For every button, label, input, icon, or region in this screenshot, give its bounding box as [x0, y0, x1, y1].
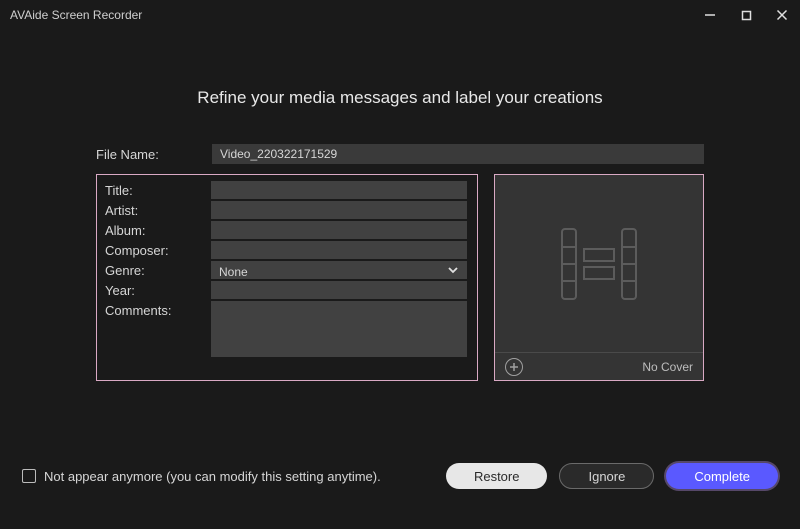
maximize-button[interactable] [728, 0, 764, 30]
not-appear-checkbox[interactable] [22, 469, 36, 483]
genre-label: Genre: [103, 263, 211, 278]
add-cover-button[interactable] [505, 358, 523, 376]
filename-input[interactable] [212, 144, 704, 164]
album-input[interactable] [211, 221, 467, 239]
minimize-icon [704, 9, 716, 21]
cover-art-placeholder [495, 175, 703, 352]
cover-bottom-bar: No Cover [495, 352, 703, 380]
year-input[interactable] [211, 281, 467, 299]
cover-panel: No Cover [494, 174, 704, 381]
close-button[interactable] [764, 0, 800, 30]
title-label: Title: [103, 183, 211, 198]
filename-row: File Name: [96, 144, 704, 164]
title-input[interactable] [211, 181, 467, 199]
no-cover-label: No Cover [642, 360, 693, 374]
comments-row: Comments: [103, 301, 467, 360]
year-row: Year: [103, 281, 467, 299]
composer-input[interactable] [211, 241, 467, 259]
composer-label: Composer: [103, 243, 211, 258]
comments-label: Comments: [103, 301, 211, 318]
titlebar: AVAide Screen Recorder [0, 0, 800, 30]
genre-select[interactable]: None [211, 261, 467, 279]
filename-label: File Name: [96, 147, 212, 162]
page-heading: Refine your media messages and label you… [0, 88, 800, 108]
not-appear-label: Not appear anymore (you can modify this … [44, 469, 381, 484]
title-row: Title: [103, 181, 467, 199]
plus-icon [509, 362, 519, 372]
artist-input[interactable] [211, 201, 467, 219]
content-area: File Name: Title: Artist: Album: Compose… [96, 144, 704, 381]
comments-input[interactable] [211, 301, 467, 357]
restore-button[interactable]: Restore [446, 463, 548, 489]
panels: Title: Artist: Album: Composer: Genre: N [96, 174, 704, 381]
footer: Not appear anymore (you can modify this … [0, 463, 800, 489]
album-label: Album: [103, 223, 211, 238]
app-title: AVAide Screen Recorder [10, 8, 142, 22]
artist-row: Artist: [103, 201, 467, 219]
film-icon [554, 219, 644, 309]
maximize-icon [741, 10, 752, 21]
year-label: Year: [103, 283, 211, 298]
composer-row: Composer: [103, 241, 467, 259]
metadata-panel: Title: Artist: Album: Composer: Genre: N [96, 174, 478, 381]
close-icon [776, 9, 788, 21]
complete-button[interactable]: Complete [666, 463, 778, 489]
album-row: Album: [103, 221, 467, 239]
artist-label: Artist: [103, 203, 211, 218]
window-controls [692, 0, 800, 30]
minimize-button[interactable] [692, 0, 728, 30]
genre-row: Genre: None [103, 261, 467, 279]
ignore-button[interactable]: Ignore [559, 463, 654, 489]
